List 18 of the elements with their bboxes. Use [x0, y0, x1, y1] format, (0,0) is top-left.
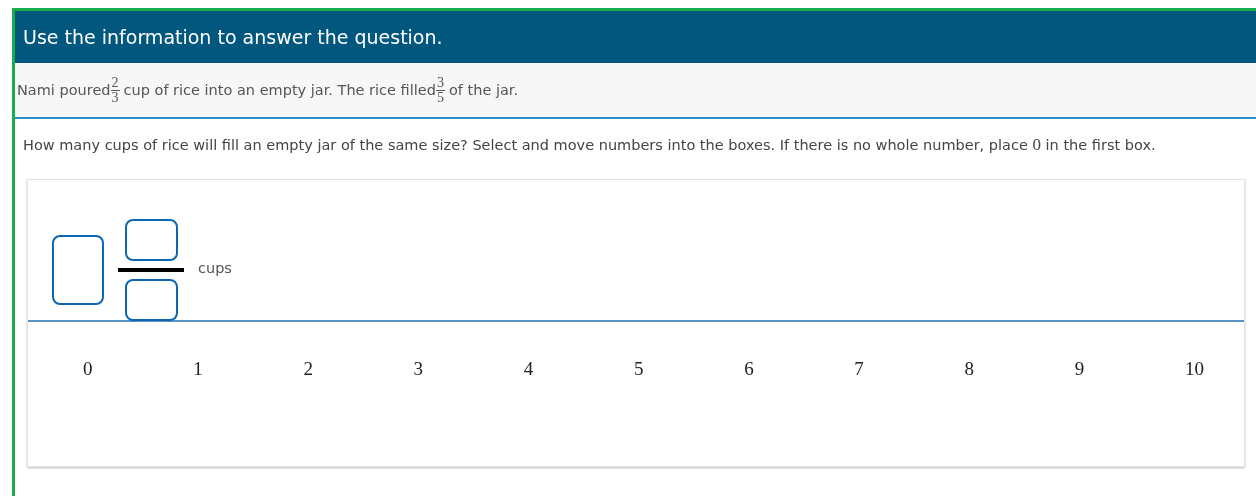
number-tile[interactable]: 2: [303, 358, 313, 380]
fraction-bar: [118, 268, 184, 272]
number-tile[interactable]: 9: [1074, 358, 1085, 380]
header-title: Use the information to answer the question.: [23, 26, 443, 48]
number-tile[interactable]: 4: [523, 358, 534, 380]
number-tile[interactable]: 10: [1184, 358, 1204, 380]
number-tile[interactable]: 8: [964, 358, 974, 380]
question-text: How many cups of rice will fill an empty jar of the same size? Select and move numbers into the boxes. If there is no whole number, place 0 in the first box.: [23, 134, 1157, 156]
number-tile[interactable]: 5: [633, 358, 644, 380]
whole-number-box[interactable]: [52, 235, 104, 305]
number-tile[interactable]: 1: [193, 358, 203, 380]
numerator-box[interactable]: [124, 219, 178, 261]
denominator-box[interactable]: [124, 279, 178, 321]
number-tile[interactable]: 6: [744, 358, 754, 380]
unit-label: cups: [198, 260, 232, 276]
number-tile[interactable]: 7: [854, 358, 864, 380]
number-tile[interactable]: 3: [413, 358, 424, 380]
number-tile[interactable]: 0: [83, 358, 93, 380]
